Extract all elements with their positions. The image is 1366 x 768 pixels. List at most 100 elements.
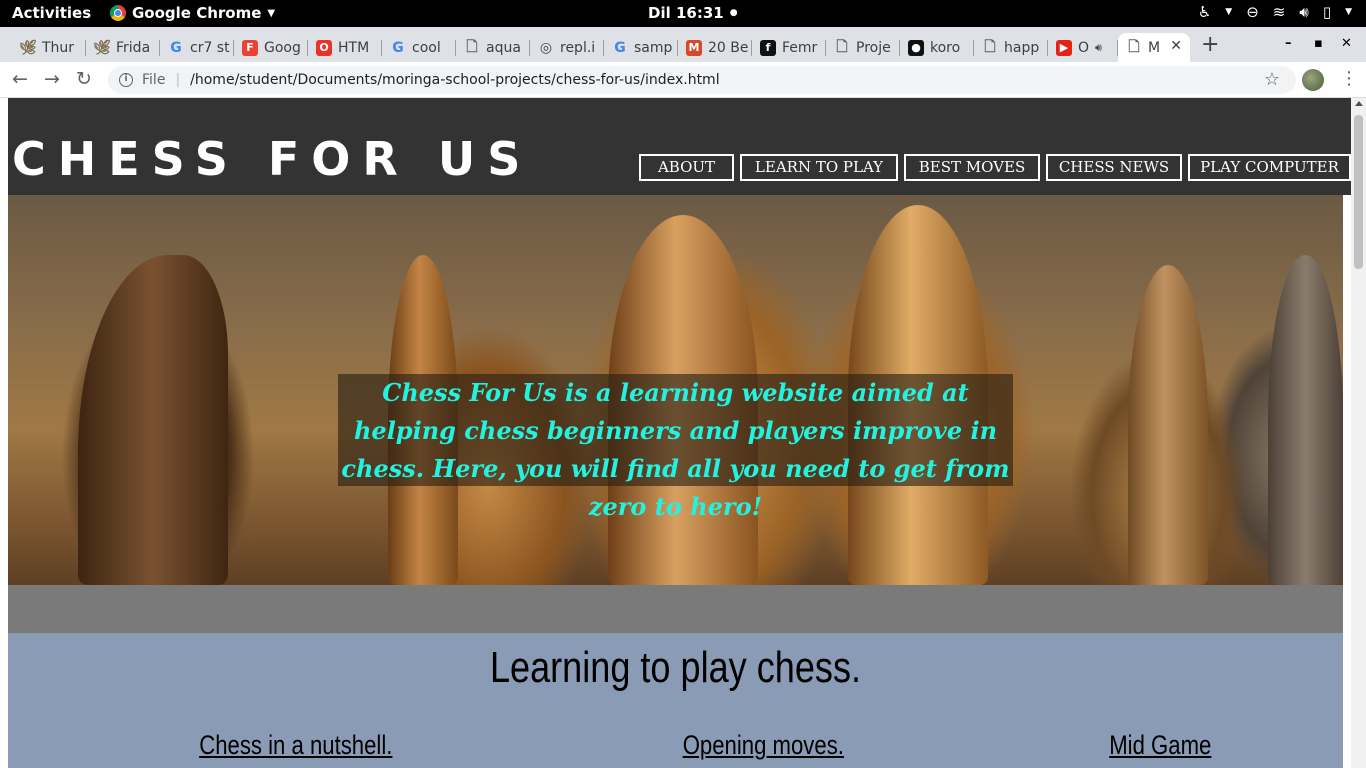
back-icon[interactable]: ← [12, 68, 28, 90]
site-logo[interactable]: CHESS FOR US [12, 132, 532, 186]
bookmark-star-icon[interactable]: ☆ [1264, 69, 1280, 90]
tab-title: HTM [338, 39, 370, 56]
tab-title: Proje [856, 39, 891, 56]
tab-title: Femr [782, 39, 818, 56]
pawn-piece [1128, 265, 1208, 585]
tab-title: aqua [486, 39, 521, 56]
scheme-label: File [142, 72, 166, 88]
app-menu[interactable]: Google Chrome ▼ [110, 4, 275, 22]
opera-icon: O [316, 39, 332, 56]
link-opening-moves[interactable]: Opening moves. [683, 730, 844, 761]
nav-best-moves[interactable]: BEST MOVES [904, 154, 1040, 181]
link-mid-game[interactable]: Mid Game [1109, 730, 1211, 761]
reload-icon[interactable]: ↻ [76, 68, 92, 90]
info-icon[interactable]: i [119, 73, 133, 87]
document-icon: 🗋︎ [1128, 38, 1140, 55]
medium-icon: M [686, 39, 702, 56]
browser-tab[interactable]: Gcool [382, 33, 456, 62]
browser-tab[interactable]: F Goog [234, 33, 308, 62]
nav-chess-news[interactable]: CHESS NEWS [1046, 154, 1182, 181]
knight-piece [78, 255, 228, 585]
tab-title: repl.i [560, 39, 596, 56]
browser-tab[interactable]: ▶ O 🔊︎ [1048, 33, 1118, 62]
browser-tab[interactable]: 🗋︎ happ [974, 33, 1048, 62]
address-bar[interactable]: i File | /home/student/Documents/moringa… [108, 66, 1296, 94]
scrollbar-thumb[interactable] [1354, 115, 1363, 269]
tab-title: happ [1004, 39, 1040, 56]
browser-tab[interactable]: M 20 Be [678, 33, 752, 62]
document-icon: 🗋︎ [984, 38, 996, 55]
browser-tab[interactable]: Gsamp [604, 33, 678, 62]
tab-audio-icon[interactable]: 🔊︎ [1095, 41, 1102, 55]
activities-label: Activities [12, 4, 92, 22]
learning-title: Learning to play chess. [489, 643, 862, 692]
browser-toolbar: ← → ↻ i File | /home/student/Documents/m… [0, 62, 1366, 98]
scroll-up-arrow-icon[interactable] [1355, 101, 1363, 106]
replit-icon: ◎ [539, 39, 553, 56]
activities-button[interactable]: Activities [12, 4, 91, 22]
browser-tab[interactable]: 🗋︎ aqua [456, 33, 530, 62]
github-icon: ● [908, 39, 924, 56]
youtube-icon: ▶ [1056, 39, 1072, 56]
minimize-button[interactable]: – [1285, 36, 1292, 51]
tab-title: cr7 st [190, 39, 230, 56]
nav-learn-to-play[interactable]: LEARN TO PLAY [740, 154, 898, 181]
document-icon: 🗋︎ [466, 38, 478, 55]
do-not-disturb-icon[interactable]: ⊖ [1246, 3, 1259, 21]
rook-piece [1268, 255, 1343, 585]
system-tray[interactable]: ♿ ▼ ⊖ ≋ 🔊︎ ▯ ▼ [1198, 3, 1352, 21]
tab-title: samp [634, 39, 673, 56]
close-tab-icon[interactable]: ✕ [1170, 38, 1182, 54]
google-icon: G [614, 39, 626, 56]
divider: | [175, 72, 181, 88]
tree-icon: 🌿︎ [93, 39, 111, 56]
tab-title: Frida [116, 39, 151, 56]
tree-icon: 🌿︎ [19, 39, 37, 56]
battery-icon: ▯ [1322, 3, 1332, 21]
tab-title: Goog [264, 39, 301, 56]
app-name: Google Chrome [132, 4, 262, 22]
wifi-icon: ≋ [1272, 3, 1286, 21]
tab-title: O [1078, 39, 1090, 56]
system-top-bar: Activities Google Chrome ▼ Dil 16:31 ● ♿… [0, 0, 1366, 27]
maximize-button[interactable]: ▪ [1314, 36, 1323, 51]
caret-down-icon: ▼ [1225, 7, 1233, 17]
clock[interactable]: Dil 16:31 ● [648, 4, 738, 22]
profile-avatar[interactable] [1302, 69, 1324, 91]
site-header: CHESS FOR US ABOUT LEARN TO PLAY BEST MO… [8, 98, 1351, 195]
section-divider-band [8, 585, 1343, 633]
tab-title: cool [412, 39, 441, 56]
google-icon: G [392, 39, 404, 56]
document-icon: 🗋︎ [836, 38, 848, 55]
page-scrollbar[interactable] [1351, 98, 1366, 768]
close-window-button[interactable]: ✕ [1341, 36, 1352, 51]
clock-label: Dil 16:31 [648, 4, 724, 22]
url-text[interactable]: /home/student/Documents/moringa-school-p… [190, 72, 719, 88]
hero-caption: Chess For Us is a learning website aimed… [338, 374, 1013, 521]
browser-tab[interactable]: Gcr7 st [160, 33, 234, 62]
browser-tab[interactable]: 🗋︎ M ✕ [1118, 33, 1190, 62]
accessibility-icon[interactable]: ♿ [1198, 3, 1211, 21]
caret-down-icon: ▼ [267, 7, 276, 19]
tab-title: 20 Be [708, 39, 749, 56]
link-chess-in-a-nutshell[interactable]: Chess in a nutshell. [199, 730, 392, 761]
browser-tab[interactable]: O HTM [308, 33, 382, 62]
tab-title: Thur [42, 39, 75, 56]
nav-play-computer[interactable]: PLAY COMPUTER [1188, 154, 1351, 181]
browser-tab[interactable]: f Femr [752, 33, 826, 62]
browser-tab[interactable]: ◎ repl.i [530, 33, 604, 62]
caret-down-icon[interactable]: ▼ [1345, 7, 1352, 17]
new-tab-button[interactable]: + [1201, 32, 1219, 57]
google-icon: G [170, 39, 182, 56]
learning-section: Learning to play chess. Chess in a nutsh… [8, 633, 1343, 768]
browser-tab[interactable]: 🌿︎ Frida [86, 33, 160, 62]
browser-tab[interactable]: 🌿︎ Thur [12, 33, 86, 62]
notification-dot-icon: ● [729, 8, 738, 18]
forward-icon[interactable]: → [44, 68, 60, 90]
chrome-icon [110, 5, 126, 21]
browser-tab[interactable]: 🗋︎ Proje [826, 33, 900, 62]
kebab-menu-icon[interactable]: ⋮ [1340, 68, 1358, 89]
tab-title: M [1148, 39, 1161, 56]
nav-about[interactable]: ABOUT [639, 154, 734, 181]
browser-tab[interactable]: ● koro [900, 33, 974, 62]
